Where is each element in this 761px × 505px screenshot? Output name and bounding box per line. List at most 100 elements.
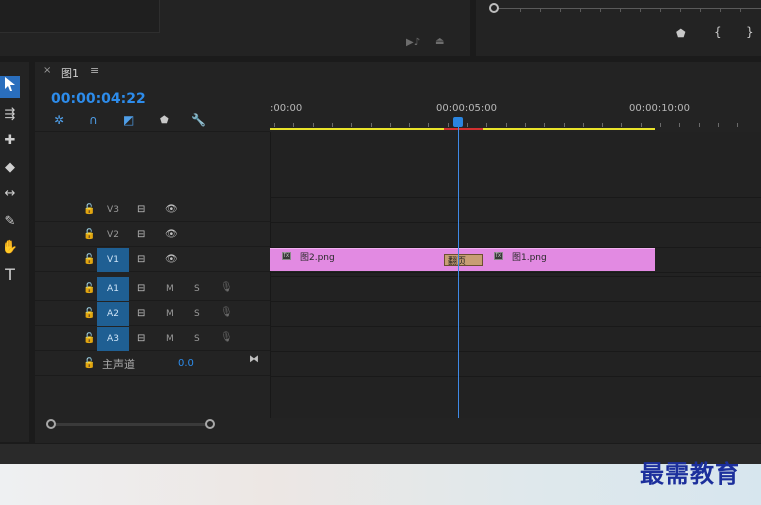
tab-close-icon[interactable]: × xyxy=(43,65,51,76)
ruler-tick xyxy=(371,123,372,127)
razor-tool[interactable]: ◆ xyxy=(0,158,20,178)
solo-button[interactable]: S xyxy=(194,334,200,344)
ruler-tick xyxy=(506,123,507,127)
slider-tick xyxy=(560,9,561,12)
mute-button[interactable]: M xyxy=(166,334,174,344)
ruler-tick xyxy=(428,123,429,127)
eye-icon[interactable]: 👁 xyxy=(165,254,178,265)
insert-icon[interactable]: ▶♪ xyxy=(406,37,420,48)
pen-icon: ✎ xyxy=(4,214,16,229)
track-header-v1[interactable] xyxy=(35,248,270,272)
master-volume-value[interactable]: 0.0 xyxy=(178,358,194,369)
go-to-end-icon[interactable]: ⧓ xyxy=(249,354,259,365)
mark-in-icon[interactable]: { xyxy=(714,25,722,39)
header-separator xyxy=(35,131,270,132)
playhead-timecode[interactable]: 00:00:04:22 xyxy=(51,91,146,107)
mute-button[interactable]: M xyxy=(166,309,174,319)
clip-tu2[interactable] xyxy=(270,248,457,271)
track-target-a1[interactable]: A1 xyxy=(97,277,129,301)
selection-tool[interactable] xyxy=(0,76,20,98)
add-marker-icon[interactable]: ⬟ xyxy=(676,27,686,40)
slider-tick xyxy=(540,9,541,12)
ruler-tick xyxy=(274,123,275,127)
track-header-v2[interactable] xyxy=(35,223,270,247)
microphone-icon[interactable]: 🎙 xyxy=(220,282,233,293)
clip-tu1[interactable] xyxy=(457,248,655,271)
fx-icon: fx xyxy=(282,252,291,260)
eye-icon[interactable]: 👁 xyxy=(165,229,178,240)
lock-icon[interactable]: 🔓 xyxy=(83,283,95,294)
ruler-tick xyxy=(293,123,294,127)
ruler-tick xyxy=(409,123,410,127)
slider-tick xyxy=(520,9,521,12)
type-icon: T xyxy=(5,265,15,284)
magnet-link-icon[interactable]: ∩ xyxy=(89,113,98,127)
sync-lock-icon[interactable]: ⊟ xyxy=(137,333,145,344)
type-tool[interactable]: T xyxy=(0,265,20,285)
ruler-tick xyxy=(332,123,333,127)
ruler-tick xyxy=(718,123,719,127)
sync-lock-icon[interactable]: ⊟ xyxy=(137,283,145,294)
tab-menu-icon[interactable]: ≡ xyxy=(90,64,99,77)
ruler-label: 00:00:10:00 xyxy=(629,103,691,114)
lock-icon[interactable]: 🔓 xyxy=(83,204,95,215)
timeline-scrollbar[interactable] xyxy=(51,423,211,426)
lane-divider xyxy=(270,376,761,377)
ruler-tick xyxy=(621,123,622,127)
scrollbar-right-handle[interactable] xyxy=(205,419,215,429)
marker-icon[interactable]: ⬟ xyxy=(160,115,169,126)
track-target-a3[interactable]: A3 xyxy=(97,327,129,351)
sync-lock-icon[interactable]: ⊟ xyxy=(137,229,145,240)
slider-tick xyxy=(580,9,581,12)
track-header-master[interactable] xyxy=(35,352,270,376)
lane-divider xyxy=(270,351,761,352)
fx-icon: fx xyxy=(494,252,503,260)
track-header-a1[interactable] xyxy=(35,277,270,301)
track-header-v3[interactable] xyxy=(35,198,270,222)
eye-icon[interactable]: 👁 xyxy=(165,204,178,215)
wrench-icon[interactable]: 🔧 xyxy=(191,113,206,127)
ripple-edit-tool[interactable]: ✚ xyxy=(0,131,20,151)
sync-lock-icon[interactable]: ⊟ xyxy=(137,204,145,215)
pen-tool[interactable]: ✎ xyxy=(0,212,20,232)
lock-icon[interactable]: 🔓 xyxy=(83,229,95,240)
mute-button[interactable]: M xyxy=(166,284,174,294)
track-target-v1[interactable]: V1 xyxy=(97,248,129,272)
ruler-tick xyxy=(467,123,468,127)
lock-icon[interactable]: 🔓 xyxy=(83,308,95,319)
track-select-tool[interactable]: ⇶ xyxy=(0,105,20,125)
export-frame-icon[interactable]: ⏏ xyxy=(435,36,444,47)
microphone-icon[interactable]: 🎙 xyxy=(220,307,233,318)
slider-tick xyxy=(680,9,681,12)
ripple-edit-icon: ✚ xyxy=(4,133,16,148)
sequence-tab-title[interactable]: 图1 xyxy=(61,65,79,81)
ruler-tick xyxy=(583,123,584,127)
mark-out-icon[interactable]: } xyxy=(746,25,754,39)
snap-icon[interactable]: ✲ xyxy=(54,113,64,127)
watermark-logo: 最需教育 xyxy=(640,459,740,488)
slider-tick xyxy=(660,9,661,12)
lock-icon[interactable]: 🔓 xyxy=(83,358,95,369)
ruler-tick xyxy=(390,123,391,127)
slider-tick xyxy=(640,9,641,12)
track-header-a3[interactable] xyxy=(35,327,270,351)
zoom-slider-knob[interactable] xyxy=(489,3,499,13)
lock-icon[interactable]: 🔓 xyxy=(83,254,95,265)
track-target-a2[interactable]: A2 xyxy=(97,302,129,326)
playhead-line[interactable] xyxy=(458,127,459,418)
add-marker-icon[interactable]: ◩ xyxy=(123,113,134,127)
sync-lock-icon[interactable]: ⊟ xyxy=(137,254,145,265)
microphone-icon[interactable]: 🎙 xyxy=(220,332,233,343)
ruler-tick xyxy=(525,123,526,127)
track-header-a2[interactable] xyxy=(35,302,270,326)
slip-tool[interactable]: ↔ xyxy=(0,184,20,204)
solo-button[interactable]: S xyxy=(194,309,200,319)
solo-button[interactable]: S xyxy=(194,284,200,294)
scrollbar-left-handle[interactable] xyxy=(46,419,56,429)
sync-lock-icon[interactable]: ⊟ xyxy=(137,308,145,319)
time-ruler[interactable] xyxy=(270,96,761,132)
lock-icon[interactable]: 🔓 xyxy=(83,333,95,344)
hand-tool[interactable]: ✋ xyxy=(0,238,20,258)
ruler-tick xyxy=(486,123,487,127)
playhead-handle[interactable] xyxy=(453,117,463,127)
